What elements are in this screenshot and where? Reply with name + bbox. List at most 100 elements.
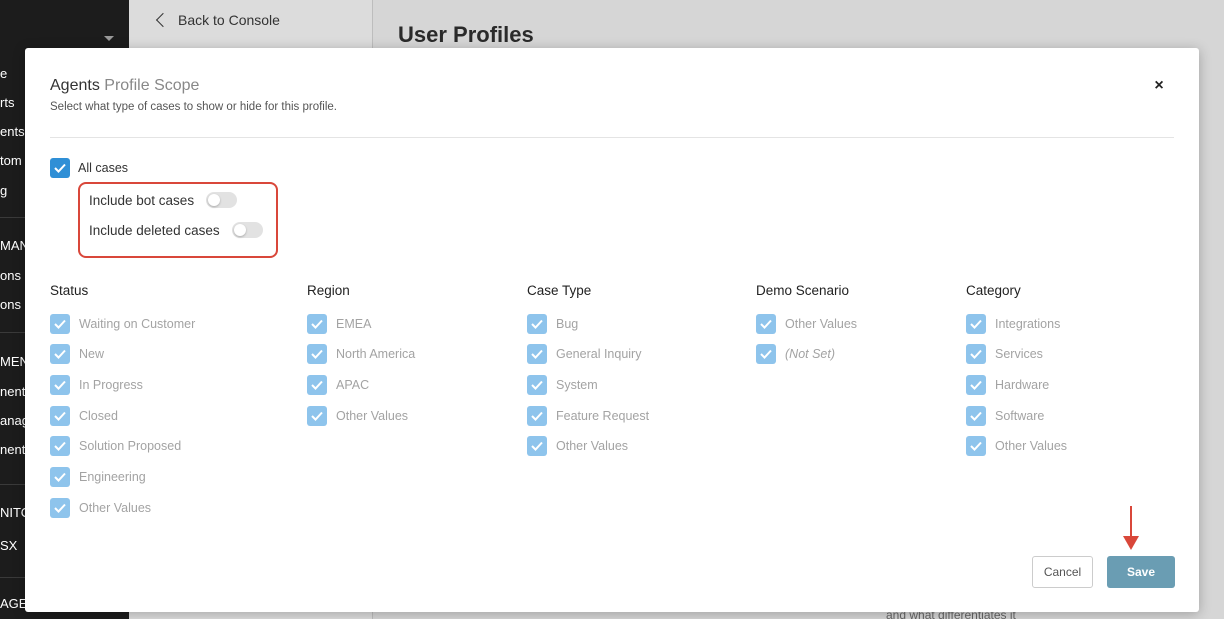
checkbox-checked-icon[interactable] [50, 344, 70, 365]
close-icon[interactable]: × [1151, 78, 1167, 94]
checkbox-checked-icon[interactable] [966, 405, 986, 426]
checkbox-checked-icon[interactable] [527, 344, 547, 365]
checkbox-checked-icon[interactable] [966, 344, 986, 365]
filter-checkbox[interactable]: Other Values [307, 405, 415, 426]
column-header: Status [50, 283, 89, 298]
filter-checkbox[interactable]: New [50, 344, 195, 365]
checkbox-checked-icon[interactable] [307, 344, 327, 365]
filter-checkbox[interactable]: In Progress [50, 375, 195, 396]
filter-column: Region EMEA North America APAC Other Values [307, 283, 415, 426]
filter-checkbox[interactable]: Services [966, 344, 1067, 365]
checkbox-checked-icon[interactable] [50, 497, 70, 518]
filter-checkbox[interactable]: Waiting on Customer [50, 313, 196, 334]
filter-column: Category Integrations Services Hardware Soft… [966, 283, 1068, 457]
chevron-left-icon [155, 12, 171, 28]
filter-label: Solution Proposed [79, 439, 182, 454]
chevron-down-icon[interactable] [104, 36, 114, 41]
checkbox-checked-icon[interactable] [527, 375, 547, 396]
checkbox-checked-icon[interactable] [756, 344, 776, 365]
filter-checkbox[interactable]: System [527, 375, 649, 396]
arrow-down-icon [1123, 506, 1139, 550]
filter-label: EMEA [336, 316, 372, 331]
filter-column: Case Type Bug General Inquiry System Feature… [527, 283, 649, 457]
include-deleted-cases-row: Include deleted cases [89, 222, 263, 238]
checkbox-checked-icon[interactable] [527, 436, 547, 457]
dialog-title-scope: Profile Scope [104, 77, 200, 94]
filter-label: Other Values [785, 316, 858, 331]
checkbox-checked-icon[interactable] [966, 436, 986, 457]
include-bot-cases-toggle[interactable] [206, 192, 238, 208]
checkbox-checked-icon[interactable] [527, 313, 547, 334]
filter-checkbox[interactable]: Engineering [50, 467, 195, 488]
filter-label: Other Values [995, 439, 1068, 454]
checkbox-checked-icon[interactable] [50, 436, 70, 457]
column-header: Case Type [527, 283, 592, 298]
include-bot-cases-row: Include bot cases [89, 192, 238, 208]
filter-checkbox[interactable]: Other Values [966, 436, 1068, 457]
checkbox-checked-icon[interactable] [50, 313, 70, 334]
filter-label: General Inquiry [556, 347, 642, 362]
toggle-knob [208, 194, 221, 206]
sidebar-item[interactable]: ons [0, 297, 21, 312]
checkbox-checked-icon[interactable] [756, 313, 776, 334]
sidebar-item[interactable]: ons [0, 268, 21, 283]
sidebar-item[interactable]: nent [0, 384, 25, 399]
toggle-knob [233, 224, 246, 236]
sidebar-item[interactable]: ents [0, 124, 25, 139]
filter-checkbox[interactable]: Software [966, 405, 1067, 426]
sidebar-item[interactable]: e [0, 66, 7, 81]
filter-label: Waiting on Customer [79, 316, 196, 331]
filter-checkbox[interactable]: General Inquiry [527, 344, 649, 365]
filter-label: North America [336, 347, 416, 362]
checkbox-checked-icon[interactable] [966, 313, 986, 334]
back-to-console-link[interactable]: Back to Console [154, 12, 280, 28]
save-button[interactable]: Save [1107, 556, 1175, 588]
filter-checkbox[interactable]: Other Values [527, 436, 649, 457]
checkbox-checked-icon[interactable] [307, 405, 327, 426]
filter-label: Other Values [556, 439, 629, 454]
filter-label: APAC [336, 378, 370, 393]
cancel-button[interactable]: Cancel [1032, 556, 1093, 588]
filter-checkbox[interactable]: Hardware [966, 375, 1067, 396]
filter-label: (Not Set) [785, 347, 836, 362]
checkbox-checked-icon[interactable] [307, 375, 327, 396]
include-bot-cases-label: Include bot cases [89, 192, 195, 208]
sidebar-item[interactable]: SX [0, 538, 17, 553]
filter-label: Software [995, 408, 1045, 423]
sidebar-item[interactable]: g [0, 183, 7, 198]
sidebar-item[interactable]: nent [0, 442, 25, 457]
checkbox-checked-icon[interactable] [50, 375, 70, 396]
filter-checkbox[interactable]: Integrations [966, 313, 1067, 334]
filter-label: Integrations [995, 316, 1061, 331]
filter-checkbox[interactable]: Feature Request [527, 405, 649, 426]
filter-label: Other Values [336, 408, 409, 423]
include-deleted-cases-toggle[interactable] [231, 222, 263, 238]
filter-checkbox[interactable]: Solution Proposed [50, 436, 195, 457]
checkbox-checked-icon[interactable] [50, 158, 70, 178]
filter-checkbox[interactable]: Other Values [50, 497, 195, 518]
sidebar-item[interactable]: tom [0, 153, 22, 168]
checkbox-checked-icon[interactable] [50, 405, 70, 426]
filter-label: System [556, 378, 598, 393]
checkbox-checked-icon[interactable] [307, 313, 327, 334]
filter-checkbox[interactable]: Other Values [756, 313, 858, 334]
filter-label: Engineering [79, 470, 146, 485]
column-header: Category [966, 283, 1021, 298]
checkbox-checked-icon[interactable] [966, 375, 986, 396]
checkbox-checked-icon[interactable] [527, 405, 547, 426]
filter-checkbox[interactable]: Closed [50, 405, 195, 426]
page-title: User Profiles [398, 22, 534, 47]
all-cases-checkbox[interactable]: All cases [50, 158, 128, 178]
sidebar-item[interactable]: rts [0, 95, 14, 110]
dialog-subtitle: Select what type of cases to show or hid… [50, 101, 338, 113]
filter-checkbox[interactable]: (Not Set) [756, 344, 857, 365]
filter-checkbox[interactable]: APAC [307, 375, 415, 396]
back-label: Back to Console [178, 12, 280, 28]
filter-checkbox[interactable]: EMEA [307, 313, 415, 334]
filter-checkbox[interactable]: North America [307, 344, 416, 365]
filter-checkbox[interactable]: Bug [527, 313, 649, 334]
filter-label: Services [995, 347, 1043, 362]
checkbox-checked-icon[interactable] [50, 467, 70, 488]
filter-column: Demo Scenario Other Values (Not Set) [756, 283, 858, 365]
column-header: Demo Scenario [756, 283, 850, 298]
